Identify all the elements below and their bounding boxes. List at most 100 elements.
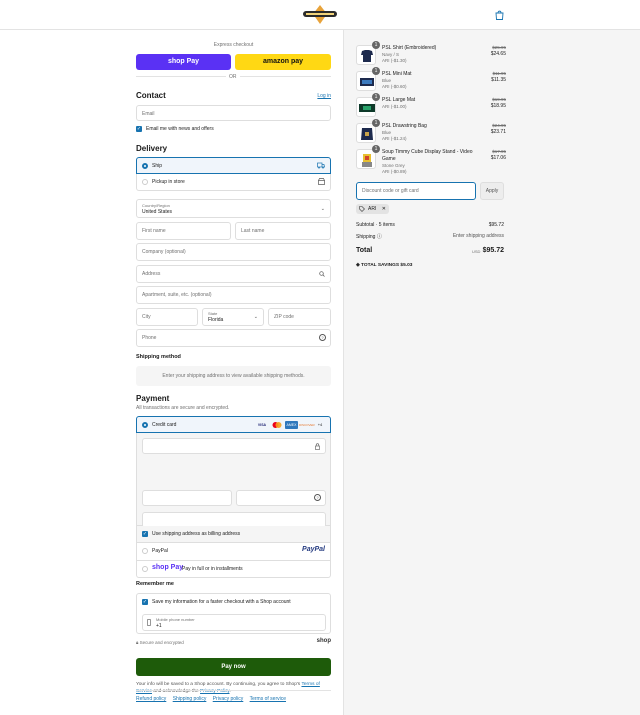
- item-price: $23.71: [490, 129, 506, 135]
- email-field[interactable]: Email: [136, 105, 331, 121]
- shipping-value: Enter shipping address: [452, 233, 504, 239]
- mobile-label: Mobile phone number: [156, 617, 195, 622]
- apartment-field[interactable]: Apartment, suite, etc. (optional): [136, 286, 331, 304]
- shop-pay-option[interactable]: shop Pay Pay in full or in installments: [136, 561, 331, 578]
- quantity-badge: 1: [372, 145, 380, 153]
- save-info-label: Save my information for a faster checkou…: [152, 599, 291, 605]
- security-code-field[interactable]: ?: [236, 490, 326, 506]
- apartment-placeholder: Apartment, suite, etc. (optional): [142, 292, 212, 298]
- mobile-phone-field[interactable]: Mobile phone number +1: [142, 614, 326, 631]
- help-icon[interactable]: ?: [319, 334, 326, 341]
- legal-text-part: Your info will be saved to a Shop accoun…: [136, 682, 301, 687]
- discount-tag: ARI ✕: [356, 204, 389, 214]
- last-name-placeholder: Last name: [241, 228, 265, 234]
- email-placeholder: Email: [142, 111, 155, 117]
- zip-field[interactable]: ZIP code: [268, 308, 331, 326]
- tag-icon: [359, 206, 365, 212]
- billing-same-row: ✓ Use shipping address as billing addres…: [136, 526, 331, 543]
- remove-discount-icon[interactable]: ✕: [382, 206, 386, 212]
- phone-field[interactable]: Phone ?: [136, 329, 331, 347]
- refund-policy-link[interactable]: Refund policy: [136, 696, 166, 702]
- address-placeholder: Address: [142, 271, 161, 277]
- ship-radio[interactable]: [142, 163, 148, 169]
- header: [0, 0, 640, 30]
- chevron-down-icon: ⌄: [253, 314, 258, 320]
- item-variant: Blue: [382, 78, 392, 83]
- credit-card-radio[interactable]: [142, 422, 148, 428]
- paypal-radio[interactable]: [142, 548, 148, 554]
- card-form: ?: [136, 433, 331, 528]
- address-field[interactable]: Address: [136, 265, 331, 283]
- cart-item: 1 PSL Mini Mat Blue ARI (-$0.60) $11.95 …: [356, 67, 506, 93]
- ship-label: Ship: [152, 163, 163, 169]
- expiry-field[interactable]: [142, 490, 232, 506]
- truck-icon: [317, 162, 325, 169]
- item-discount: ARI (-$0.89): [382, 169, 407, 174]
- item-discount: ARI (-$1.30): [382, 58, 407, 63]
- item-variant: Navy / S: [382, 52, 400, 57]
- ship-option[interactable]: Ship: [136, 157, 331, 174]
- item-name: Soup Timmy Cube Display Stand - Video Ga…: [382, 149, 473, 162]
- savings-label: TOTAL SAVINGS: [361, 263, 400, 268]
- paypal-option[interactable]: PayPal PayPal: [136, 543, 331, 561]
- terms-of-service-link[interactable]: Terms of service: [250, 696, 286, 702]
- city-field[interactable]: City: [136, 308, 198, 326]
- amazon-pay-button[interactable]: amazon pay: [235, 54, 331, 70]
- shop-pay-radio[interactable]: [142, 566, 148, 572]
- lock-icon: [315, 443, 320, 450]
- shop-pay-logo: shop Pay: [152, 564, 184, 571]
- footer-links: Refund policy Shipping policy Privacy po…: [136, 690, 331, 702]
- help-icon[interactable]: ?: [314, 494, 321, 501]
- company-field[interactable]: Company (optional): [136, 243, 331, 261]
- pickup-radio[interactable]: [142, 179, 148, 185]
- state-select[interactable]: State Florida ⌄: [202, 308, 264, 326]
- shop-logo: shop: [316, 638, 331, 644]
- item-old-price: $19.95: [492, 97, 506, 102]
- privacy-policy-link[interactable]: Privacy policy: [213, 696, 244, 702]
- mobile-icon: [147, 619, 151, 626]
- item-name: PSL Shirt (Embroidered): [382, 45, 437, 51]
- billing-same-checkbox[interactable]: ✓: [142, 531, 148, 537]
- shipping-method-title: Shipping method: [136, 354, 181, 360]
- pay-now-button[interactable]: Pay now: [136, 658, 331, 676]
- or-divider-label: OR: [226, 74, 240, 80]
- country-label: Country/Region: [142, 203, 170, 208]
- quantity-badge: 1: [372, 93, 380, 101]
- last-name-field[interactable]: Last name: [235, 222, 331, 240]
- shop-pay-button[interactable]: shop Pay: [136, 54, 231, 70]
- item-price: $17.06: [490, 155, 506, 161]
- pickup-option[interactable]: Pickup in store: [136, 174, 331, 191]
- item-name: PSL Mini Mat: [382, 71, 412, 77]
- paypal-label: PayPal: [152, 548, 168, 554]
- shipping-policy-link[interactable]: Shipping policy: [173, 696, 207, 702]
- savings-value: $5.03: [400, 263, 413, 268]
- apply-button[interactable]: Apply: [480, 182, 504, 200]
- store-logo[interactable]: [303, 5, 337, 24]
- help-icon[interactable]: ⓘ: [377, 234, 382, 240]
- more-cards-badge: +4: [317, 422, 323, 427]
- cart-item: 1 Soup Timmy Cube Display Stand - Video …: [356, 145, 506, 177]
- news-checkbox[interactable]: ✓: [136, 126, 142, 132]
- visa-icon: VISA: [257, 423, 267, 427]
- discover-icon: DISCOVER: [299, 423, 315, 427]
- subtotal-label: Subtotal · 5 items: [356, 222, 395, 228]
- item-old-price: $25.95: [492, 45, 506, 50]
- item-discount: ARI (-$1.00): [382, 104, 407, 109]
- discount-code-field[interactable]: Discount code or gift card: [356, 182, 476, 200]
- cart-bag-icon[interactable]: [495, 10, 504, 20]
- country-select[interactable]: Country/Region United States ⌄: [136, 199, 331, 218]
- item-old-price: $24.95: [492, 123, 506, 128]
- secure-label: Secure and encrypted: [139, 640, 184, 645]
- first-name-field[interactable]: First name: [136, 222, 231, 240]
- quantity-badge: 1: [372, 67, 380, 75]
- store-icon: [318, 178, 325, 185]
- contact-title: Contact: [136, 91, 166, 100]
- card-number-field[interactable]: [142, 438, 326, 454]
- credit-card-option[interactable]: Credit card VISA AMEX DISCOVER +4: [136, 416, 331, 433]
- item-name: PSL Large Mat: [382, 97, 416, 103]
- login-link[interactable]: Log in: [317, 93, 331, 99]
- save-info-checkbox[interactable]: ✓: [142, 599, 148, 605]
- item-price: $18.95: [490, 103, 506, 109]
- credit-card-label: Credit card: [152, 422, 177, 428]
- item-price: $11.35: [491, 77, 506, 83]
